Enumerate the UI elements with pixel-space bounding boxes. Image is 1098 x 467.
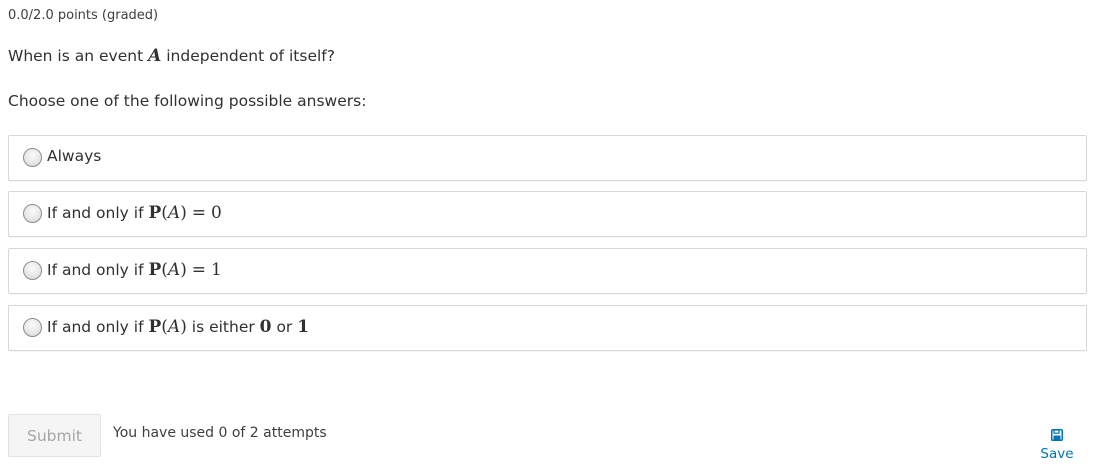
math-value-0: 0 [259,317,272,337]
submit-button[interactable]: Submit [8,414,101,457]
attempts-text: You have used 0 of 2 attempts [113,425,327,441]
math-var: A [167,203,181,223]
question-text: When is an event A independent of itself… [8,46,335,66]
math-rel: = [191,203,207,223]
math-lparen: ( [161,203,168,223]
math-lparen: ( [161,317,168,337]
math-lparen: ( [161,260,168,280]
radio-button[interactable] [23,148,42,167]
option-label: If and only if P(A) is either 0 or 1 [47,317,309,337]
option-mid-text: is either [191,318,255,336]
math-value-1: 1 [297,317,310,337]
save-button[interactable]: Save [1036,426,1078,462]
question-pre: When is an event [8,47,144,65]
math-rparen: ) [180,203,187,223]
option-prefix: If and only if [47,318,144,336]
math-var: A [167,260,181,280]
math-value: 0 [210,203,222,223]
answer-option-p-either[interactable]: If and only if P(A) is either 0 or 1 [8,305,1087,351]
floppy-disk-icon [1051,426,1063,441]
instructions-text: Choose one of the following possible ans… [8,92,367,110]
radio-button[interactable] [23,261,42,280]
math-prob: P [148,260,162,280]
answer-option-p-equals-0[interactable]: If and only if P(A) = 0 [8,191,1087,237]
option-or-text: or [276,318,293,336]
option-prefix: If and only if [47,204,144,222]
math-rparen: ) [180,260,187,280]
math-rel: = [191,260,207,280]
option-label: If and only if P(A) = 1 [47,260,222,280]
answer-option-p-equals-1[interactable]: If and only if P(A) = 1 [8,248,1087,294]
points-label: 0.0/2.0 points (graded) [8,8,159,23]
answer-option-always[interactable]: Always [8,135,1087,181]
question-post: independent of itself? [166,47,335,65]
math-prob: P [148,317,162,337]
option-label: Always [47,147,102,165]
question-variable: A [148,46,162,66]
save-label: Save [1040,446,1074,462]
math-var: A [167,317,181,337]
math-prob: P [148,203,162,223]
radio-button[interactable] [23,318,42,337]
option-label: If and only if P(A) = 0 [47,203,222,223]
radio-button[interactable] [23,204,42,223]
math-value: 1 [210,260,222,280]
math-rparen: ) [180,317,187,337]
option-prefix: If and only if [47,261,144,279]
